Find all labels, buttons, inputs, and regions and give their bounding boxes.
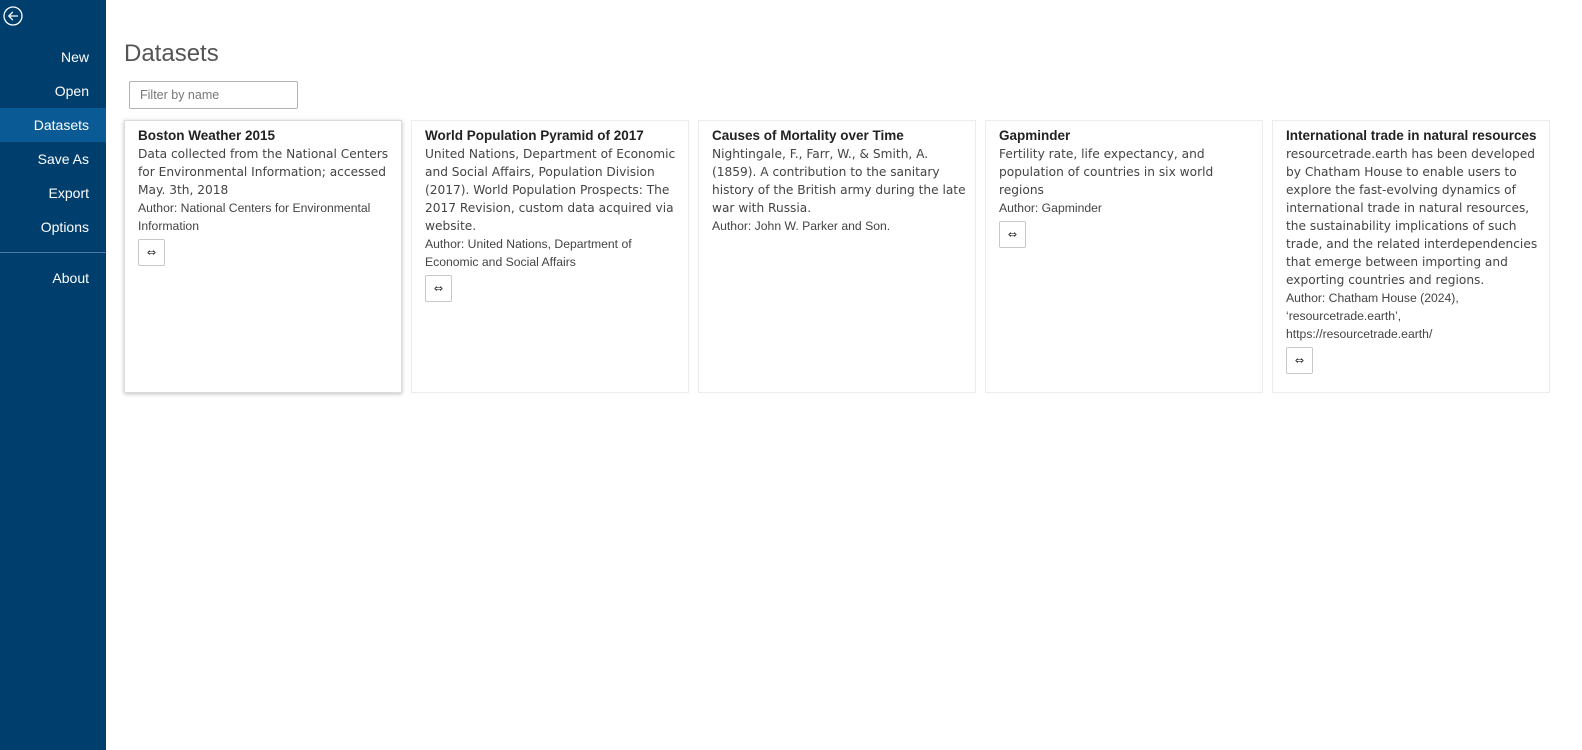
dataset-description: Fertility rate, life expectancy, and pop… — [999, 147, 1214, 197]
sidebar: New Open Datasets Save As Export Options… — [0, 0, 106, 750]
main-content: Datasets Boston Weather 2015 Data collec… — [106, 0, 1582, 750]
dataset-title: World Population Pyramid of 2017 — [425, 128, 644, 143]
dataset-link-button[interactable]: ⇔ — [999, 221, 1026, 248]
dataset-author: Author: Gapminder — [999, 201, 1102, 215]
sidebar-item-open[interactable]: Open — [0, 74, 106, 108]
link-icon: ⇔ — [146, 246, 157, 259]
link-icon: ⇔ — [1007, 228, 1018, 241]
dataset-author: Author: Chatham House (2024), ‘resourcet… — [1286, 291, 1459, 341]
sidebar-item-options[interactable]: Options — [0, 210, 106, 244]
filter-input[interactable] — [129, 81, 298, 109]
dataset-title: Causes of Mortality over Time — [712, 128, 904, 143]
page-title: Datasets — [124, 40, 219, 67]
dataset-author: Author: United Nations, Department of Ec… — [425, 237, 632, 269]
sidebar-item-about[interactable]: About — [0, 261, 106, 295]
back-button[interactable] — [2, 5, 24, 27]
dataset-title: Boston Weather 2015 — [138, 128, 276, 143]
link-icon: ⇔ — [1294, 354, 1305, 367]
dataset-card[interactable]: Boston Weather 2015 Data collected from … — [124, 120, 402, 393]
dataset-link-button[interactable]: ⇔ — [138, 239, 165, 266]
back-arrow-circle-icon — [3, 6, 23, 26]
sidebar-item-export[interactable]: Export — [0, 176, 106, 210]
sidebar-divider — [0, 252, 106, 253]
dataset-title: Gapminder — [999, 128, 1071, 143]
dataset-author: Author: John W. Parker and Son. — [712, 219, 891, 233]
dataset-card[interactable]: World Population Pyramid of 2017 United … — [411, 120, 689, 393]
dataset-author: Author: National Centers for Environment… — [138, 201, 371, 233]
link-icon: ⇔ — [433, 282, 444, 295]
sidebar-item-datasets[interactable]: Datasets — [0, 108, 106, 142]
dataset-card[interactable]: International trade in natural resources… — [1272, 120, 1550, 393]
sidebar-item-new[interactable]: New — [0, 40, 106, 74]
dataset-title: International trade in natural resources — [1286, 128, 1537, 143]
dataset-cards: Boston Weather 2015 Data collected from … — [124, 120, 1550, 393]
dataset-description: resourcetrade.earth has been developed b… — [1286, 147, 1538, 287]
dataset-description: United Nations, Department of Economic a… — [425, 147, 676, 233]
dataset-card[interactable]: Causes of Mortality over Time Nightingal… — [698, 120, 976, 393]
dataset-link-button[interactable]: ⇔ — [1286, 347, 1313, 374]
dataset-link-button[interactable]: ⇔ — [425, 275, 452, 302]
dataset-card[interactable]: Gapminder Fertility rate, life expectanc… — [985, 120, 1263, 393]
dataset-description: Nightingale, F., Farr, W., & Smith, A. (… — [712, 147, 966, 215]
sidebar-item-save-as[interactable]: Save As — [0, 142, 106, 176]
sidebar-nav: New Open Datasets Save As Export Options… — [0, 40, 106, 295]
dataset-description: Data collected from the National Centers… — [138, 147, 389, 197]
